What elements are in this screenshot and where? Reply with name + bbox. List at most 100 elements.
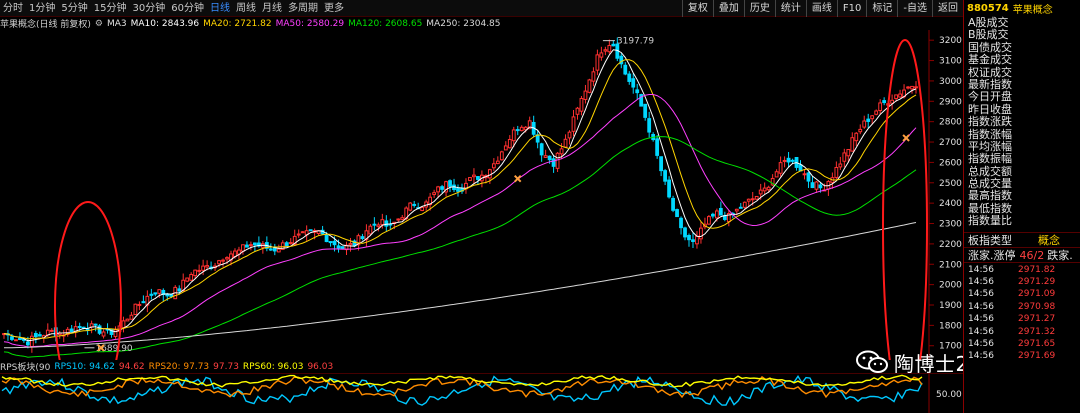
candle-body — [667, 179, 671, 198]
candle-body — [272, 247, 277, 252]
tick-time: 14:56 — [968, 338, 994, 349]
candle-body — [336, 245, 341, 249]
candle-body — [396, 218, 401, 221]
index-name: 苹果概念 — [1012, 5, 1053, 16]
tick-time: 14:56 — [968, 289, 994, 300]
tick-time: 14:56 — [968, 326, 994, 337]
candle-body — [734, 208, 739, 212]
ma250-line — [3, 222, 917, 349]
candle-body — [754, 195, 759, 200]
candle-body — [189, 274, 194, 281]
candle-body — [786, 157, 791, 163]
candlestick-chart[interactable]: 1700180019002000210022002300240025002600… — [0, 30, 963, 360]
y-tick-label: 2000 — [939, 281, 962, 291]
period-tab[interactable]: 15分钟 — [91, 0, 130, 17]
tick-price: 2971.82 — [1018, 264, 1056, 275]
tool-button[interactable]: F10 — [836, 0, 866, 17]
tool-button[interactable]: -自选 — [897, 0, 932, 17]
period-tab[interactable]: 多周期 — [285, 0, 321, 17]
candle-body — [750, 198, 755, 201]
candle-body — [448, 180, 452, 187]
candle-body — [762, 187, 767, 192]
candle-body — [543, 155, 548, 158]
period-tab[interactable]: 月线 — [259, 0, 285, 17]
ma3-label: MA3 — [106, 18, 127, 29]
tick-row: 14:56 2971.65 — [964, 338, 1080, 350]
tool-button[interactable]: 历史 — [743, 0, 775, 17]
candle-body — [348, 242, 353, 246]
candle-body — [579, 97, 584, 112]
tick-time: 14:56 — [968, 264, 994, 275]
candle-body — [607, 45, 612, 53]
period-tab[interactable]: 更多 — [321, 0, 347, 17]
candle-body — [894, 94, 898, 99]
candle-body — [663, 170, 667, 182]
candle-body — [906, 86, 910, 89]
stat-list: A股成交 B股成交 国债成交 基金成交 权证成交 最新指数 今日开盘 昨日收盘 指数涨跌 指数涨幅… — [964, 16, 1080, 228]
chart-title: 苹果概念(日线 前复权) — [0, 20, 91, 30]
candle-body — [778, 162, 783, 174]
candle-body — [29, 335, 34, 347]
tool-button[interactable]: 复权 — [681, 0, 713, 17]
rps-tick-label: 50.00 — [936, 390, 962, 400]
tick-row: 14:56 2971.27 — [964, 313, 1080, 325]
candle-body — [695, 235, 699, 245]
candle-body — [308, 229, 313, 232]
tool-button[interactable]: 画线 — [805, 0, 837, 17]
candle-body — [328, 241, 333, 244]
tool-button[interactable]: 统计 — [774, 0, 806, 17]
candle-body — [746, 198, 751, 202]
candle-body — [511, 129, 516, 142]
period-tab[interactable]: 周线 — [233, 0, 259, 17]
candle-body — [874, 110, 879, 115]
candle-body — [288, 242, 293, 245]
advance-value: 46/2 — [1019, 248, 1045, 262]
wechat-icon — [856, 350, 888, 373]
rps-chart[interactable]: 50.00 — [0, 373, 963, 413]
candle-body — [627, 73, 632, 82]
period-tab[interactable]: 5分钟 — [58, 0, 90, 17]
advance-label: 涨家.涨停 — [968, 248, 1016, 262]
candle-body — [774, 171, 779, 178]
index-info-panel: 880574 苹果概念 A股成交 B股成交 国债成交 基金成交 权证成交 最新指数 今日开盘… — [963, 0, 1080, 413]
period-toolbar: 分时 1分钟 5分钟 15分钟 30分钟 60分钟 日线 周线 月线 多周期 更多 复权 叠加 历史 统计… — [0, 0, 963, 17]
candle-body — [137, 303, 142, 306]
candle-body — [400, 217, 405, 220]
index-code: 880574 — [967, 3, 1009, 14]
candle-body — [25, 341, 30, 346]
candle-body — [372, 223, 377, 226]
candle-body — [101, 331, 106, 337]
candle-body — [563, 138, 568, 148]
tool-button[interactable]: 标记 — [866, 0, 897, 17]
tick-list[interactable]: 14:56 2971.82 14:56 2971.29 14:56 2971.09 14:5… — [964, 261, 1080, 363]
tick-row: 14:56 2971.69 — [964, 350, 1080, 362]
candle-body — [201, 265, 206, 271]
candle-body — [611, 43, 616, 47]
period-tab[interactable]: 分时 — [0, 0, 26, 17]
candle-body — [635, 89, 640, 94]
candle-body — [97, 325, 102, 334]
ma50-line — [3, 94, 917, 348]
candle-body — [643, 103, 648, 118]
period-tab[interactable]: 1分钟 — [26, 0, 58, 17]
period-tab[interactable]: 30分钟 — [129, 0, 168, 17]
tool-button[interactable]: 返回 — [932, 0, 963, 17]
signal-marker — [902, 134, 910, 142]
candle-body — [575, 107, 580, 115]
candle-body — [468, 177, 472, 181]
candle-body — [683, 227, 687, 238]
settings-icon[interactable]: ⚙ — [95, 19, 103, 29]
rps20-label: RPS20: 97.73 — [148, 361, 210, 372]
period-tab[interactable]: 60分钟 — [168, 0, 207, 17]
candle-body — [806, 172, 811, 182]
period-tab[interactable]: 日线 — [207, 0, 233, 17]
candle-body — [539, 143, 544, 156]
index-type-row: 板指类型 概念 — [964, 231, 1080, 247]
tool-button[interactable]: 叠加 — [712, 0, 744, 17]
candle-body — [914, 86, 918, 89]
candle-body — [472, 174, 476, 178]
candle-body — [838, 163, 843, 168]
candle-body — [185, 277, 190, 282]
candle-body — [519, 126, 524, 132]
candle-body — [193, 269, 198, 277]
